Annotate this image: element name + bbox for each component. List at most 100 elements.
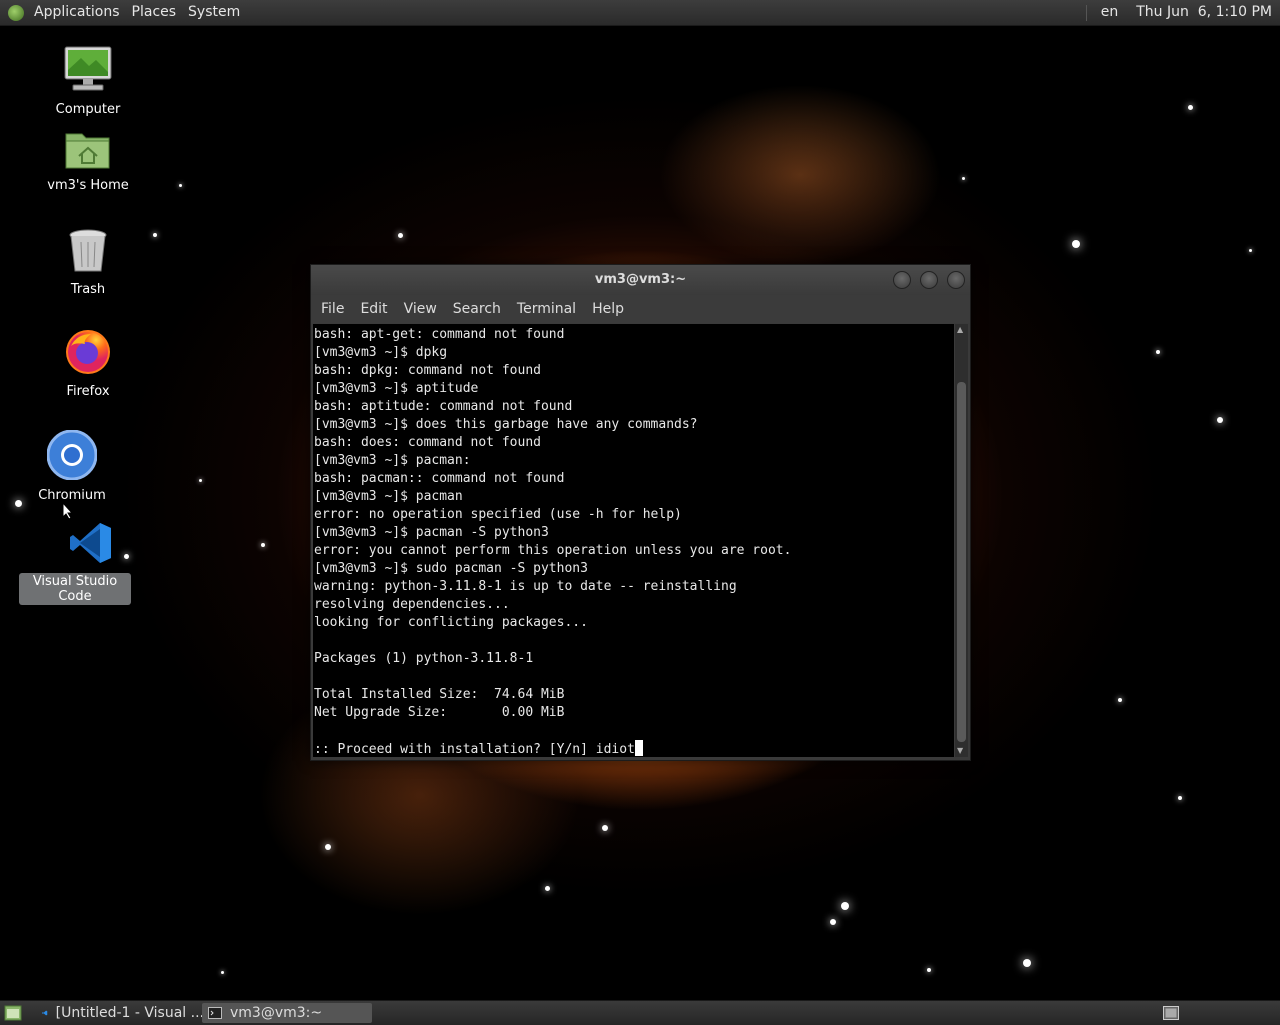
terminal-line-text: Net Upgrade Size: 0.00 MiB bbox=[314, 705, 565, 720]
desktop-icon-home[interactable]: vm3's Home bbox=[33, 128, 143, 194]
terminal-line: bash: apt-get: command not found bbox=[314, 326, 954, 344]
desktop-icon-firefox[interactable]: Firefox bbox=[33, 326, 143, 400]
terminal-line-text: bash: dpkg: command not found bbox=[314, 363, 541, 378]
star bbox=[153, 233, 157, 237]
taskbar-item-label: [Untitled-1 - Visual ... bbox=[55, 1005, 204, 1021]
menu-terminal[interactable]: Terminal bbox=[511, 297, 586, 322]
terminal-line: warning: python-3.11.8-1 is up to date -… bbox=[314, 578, 954, 596]
terminal-line: error: no operation specified (use -h fo… bbox=[314, 506, 954, 524]
star bbox=[178, 183, 182, 187]
vscode-icon bbox=[42, 1010, 48, 1016]
terminal-line-text: bash: apt-get: command not found bbox=[314, 327, 565, 342]
mouse-pointer-icon bbox=[62, 502, 74, 520]
taskbar-item-label: vm3@vm3:~ bbox=[230, 1005, 323, 1021]
terminal-line-text: resolving dependencies... bbox=[314, 597, 510, 612]
star bbox=[1248, 248, 1252, 252]
star bbox=[397, 232, 403, 238]
star bbox=[325, 844, 331, 850]
terminal-line: :: Proceed with installation? [Y/n] idio… bbox=[314, 740, 954, 757]
menu-places[interactable]: Places bbox=[126, 0, 183, 25]
terminal-line: [vm3@vm3 ~]$ pacman: bbox=[314, 452, 954, 470]
terminal-line-text: warning: python-3.11.8-1 is up to date -… bbox=[314, 579, 737, 594]
menu-edit[interactable]: Edit bbox=[354, 297, 397, 322]
window-titlebar[interactable]: vm3@vm3:~ bbox=[311, 265, 970, 295]
scroll-up-icon[interactable]: ▲ bbox=[957, 325, 963, 335]
terminal-line-text: [vm3@vm3 ~]$ pacman -S python3 bbox=[314, 525, 549, 540]
star bbox=[1178, 796, 1182, 800]
terminal-line-text: bash: aptitude: command not found bbox=[314, 399, 573, 414]
desktop-icon-label: Trash bbox=[70, 282, 106, 297]
terminal-line: Total Installed Size: 74.64 MiB bbox=[314, 686, 954, 704]
desktop-icon-chromium[interactable]: Chromium bbox=[17, 429, 127, 504]
star bbox=[261, 543, 265, 547]
show-desktop-icon[interactable] bbox=[4, 1005, 22, 1021]
terminal-menubar: File Edit View Search Terminal Help bbox=[311, 295, 970, 323]
terminal-line: looking for conflicting packages... bbox=[314, 614, 954, 632]
terminal-line-text: Packages (1) python-3.11.8-1 bbox=[314, 651, 534, 666]
terminal-scrollbar[interactable]: ▲ ▼ bbox=[955, 324, 968, 757]
menu-search[interactable]: Search bbox=[447, 297, 511, 322]
star bbox=[1023, 959, 1031, 967]
terminal-line: resolving dependencies... bbox=[314, 596, 954, 614]
terminal-line: [vm3@vm3 ~]$ dpkg bbox=[314, 344, 954, 362]
star bbox=[961, 176, 965, 180]
desktop-icon-label: Firefox bbox=[66, 384, 110, 399]
menu-file[interactable]: File bbox=[315, 297, 354, 322]
terminal-line: Net Upgrade Size: 0.00 MiB bbox=[314, 704, 954, 722]
terminal-line-text: bash: does: command not found bbox=[314, 435, 541, 450]
terminal-cursor bbox=[634, 740, 643, 756]
star bbox=[830, 919, 836, 925]
star bbox=[1156, 350, 1160, 354]
taskbar-item-terminal[interactable]: vm3@vm3:~ bbox=[202, 1003, 372, 1023]
workspace-switcher-icon[interactable] bbox=[1163, 1006, 1179, 1020]
desktop-icon-vscode[interactable]: Visual Studio Code bbox=[19, 520, 131, 605]
desktop-icon-label: vm3's Home bbox=[47, 178, 129, 193]
clock[interactable]: Thu Jun 6, 1:10 PM bbox=[1130, 0, 1280, 25]
scroll-down-icon[interactable]: ▼ bbox=[957, 746, 963, 756]
bottom-panel: [Untitled-1 - Visual ... vm3@vm3:~ bbox=[0, 1000, 1280, 1025]
home-folder-icon bbox=[33, 128, 143, 174]
star bbox=[1072, 240, 1080, 248]
terminal-output[interactable]: bash: apt-get: command not found [vm3@vm3… bbox=[313, 324, 954, 757]
terminal-line: [vm3@vm3 ~]$ pacman -S python3 bbox=[314, 524, 954, 542]
terminal-line-text: error: you cannot perform this operation… bbox=[314, 543, 792, 558]
top-panel: Applications Places System en Thu Jun 6,… bbox=[0, 0, 1280, 26]
star bbox=[220, 970, 224, 974]
terminal-line: error: you cannot perform this operation… bbox=[314, 542, 954, 560]
maximize-button[interactable] bbox=[920, 271, 938, 289]
terminal-line-text: [vm3@vm3 ~]$ pacman: bbox=[314, 453, 471, 468]
trash-icon bbox=[33, 228, 143, 278]
menu-system[interactable]: System bbox=[182, 0, 246, 25]
terminal-line-text: Total Installed Size: 74.64 MiB bbox=[314, 687, 565, 702]
terminal-line: [vm3@vm3 ~]$ sudo pacman -S python3 bbox=[314, 560, 954, 578]
keyboard-layout-indicator[interactable]: en bbox=[1095, 0, 1131, 25]
terminal-line-text: [vm3@vm3 ~]$ does this garbage have any … bbox=[314, 417, 698, 432]
taskbar-item-vscode[interactable]: [Untitled-1 - Visual ... bbox=[36, 1003, 204, 1023]
close-button[interactable] bbox=[947, 271, 965, 289]
star bbox=[198, 478, 202, 482]
star bbox=[602, 825, 608, 831]
distro-logo-icon[interactable] bbox=[8, 4, 24, 21]
terminal-line: [vm3@vm3 ~]$ aptitude bbox=[314, 380, 954, 398]
firefox-icon bbox=[33, 326, 143, 380]
terminal-line-text: [vm3@vm3 ~]$ aptitude bbox=[314, 381, 479, 396]
terminal-line-text: [vm3@vm3 ~]$ sudo pacman -S python3 bbox=[314, 561, 588, 576]
terminal-window[interactable]: vm3@vm3:~ File Edit View Search Terminal… bbox=[310, 264, 971, 761]
chromium-icon bbox=[17, 429, 127, 484]
terminal-line-text: looking for conflicting packages... bbox=[314, 615, 588, 630]
minimize-button[interactable] bbox=[893, 271, 911, 289]
terminal-line: bash: aptitude: command not found bbox=[314, 398, 954, 416]
scroll-thumb[interactable] bbox=[957, 382, 966, 742]
terminal-icon bbox=[208, 1007, 222, 1019]
terminal-line: [vm3@vm3 ~]$ does this garbage have any … bbox=[314, 416, 954, 434]
desktop-icon-trash[interactable]: Trash bbox=[33, 228, 143, 298]
desktop-icon-computer[interactable]: Computer bbox=[33, 44, 143, 118]
window-title: vm3@vm3:~ bbox=[594, 272, 687, 287]
menu-view[interactable]: View bbox=[398, 297, 447, 322]
terminal-line: bash: dpkg: command not found bbox=[314, 362, 954, 380]
vscode-icon bbox=[51, 520, 131, 570]
menu-applications[interactable]: Applications bbox=[28, 0, 126, 25]
menu-help[interactable]: Help bbox=[586, 297, 634, 322]
